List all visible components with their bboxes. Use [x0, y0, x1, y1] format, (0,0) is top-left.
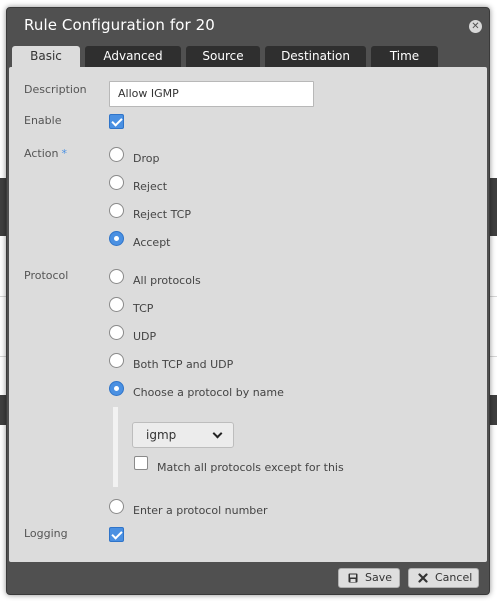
- protocol-udp-radio[interactable]: [109, 325, 124, 340]
- action-reject-tcp-label: Reject TCP: [133, 208, 191, 221]
- chevron-down-icon: [212, 428, 223, 439]
- tab-basic[interactable]: Basic: [12, 46, 80, 68]
- close-icon[interactable]: ✕: [469, 20, 482, 33]
- cancel-button[interactable]: Cancel: [408, 568, 479, 588]
- protocol-all-label: All protocols: [133, 274, 201, 287]
- required-mark: *: [61, 147, 67, 160]
- protocol-by-name-radio[interactable]: [109, 381, 124, 396]
- action-reject-label: Reject: [133, 180, 168, 193]
- action-label: Action *: [24, 147, 67, 160]
- indent-guide: [113, 407, 118, 487]
- floppy-disk-icon: [348, 573, 358, 583]
- protocol-number-radio[interactable]: [109, 499, 124, 514]
- cancel-button-label: Cancel: [435, 571, 473, 584]
- protocol-tcp-radio[interactable]: [109, 297, 124, 312]
- tab-source[interactable]: Source: [186, 46, 260, 67]
- save-button[interactable]: Save: [338, 568, 400, 588]
- protocol-both-radio[interactable]: [109, 353, 124, 368]
- match-except-label: Match all protocols except for this: [157, 461, 344, 474]
- action-drop-radio[interactable]: [109, 147, 124, 162]
- protocol-name-value: igmp: [146, 428, 177, 442]
- protocol-by-name-label: Choose a protocol by name: [133, 386, 284, 399]
- logging-checkbox[interactable]: [109, 527, 124, 542]
- tab-time[interactable]: Time: [371, 46, 438, 67]
- basic-panel: Description Allow IGMP Enable Action * Dr…: [9, 67, 487, 562]
- action-reject-radio[interactable]: [109, 175, 124, 190]
- save-button-label: Save: [365, 571, 393, 584]
- description-input[interactable]: Allow IGMP: [109, 81, 314, 107]
- protocol-number-label: Enter a protocol number: [133, 504, 268, 517]
- x-icon: [418, 573, 428, 583]
- enable-checkbox[interactable]: [109, 114, 124, 129]
- action-accept-label: Accept: [133, 236, 171, 249]
- protocol-all-radio[interactable]: [109, 269, 124, 284]
- description-label: Description: [24, 83, 87, 96]
- match-except-checkbox[interactable]: [134, 456, 148, 470]
- dialog-title: Rule Configuration for 20: [24, 16, 215, 34]
- action-drop-label: Drop: [133, 152, 160, 165]
- rule-configuration-dialog: Rule Configuration for 20 ✕ Basic Advanc…: [6, 7, 490, 595]
- protocol-name-select[interactable]: igmp: [132, 422, 234, 448]
- action-reject-tcp-radio[interactable]: [109, 203, 124, 218]
- action-label-text: Action: [24, 147, 59, 160]
- action-accept-radio[interactable]: [109, 231, 124, 246]
- tab-advanced[interactable]: Advanced: [85, 46, 181, 67]
- protocol-udp-label: UDP: [133, 330, 157, 343]
- tab-destination[interactable]: Destination: [265, 46, 366, 67]
- protocol-label: Protocol: [24, 269, 69, 282]
- protocol-both-label: Both TCP and UDP: [133, 358, 234, 371]
- enable-label: Enable: [24, 114, 62, 127]
- logging-label: Logging: [24, 527, 68, 540]
- protocol-tcp-label: TCP: [133, 302, 154, 315]
